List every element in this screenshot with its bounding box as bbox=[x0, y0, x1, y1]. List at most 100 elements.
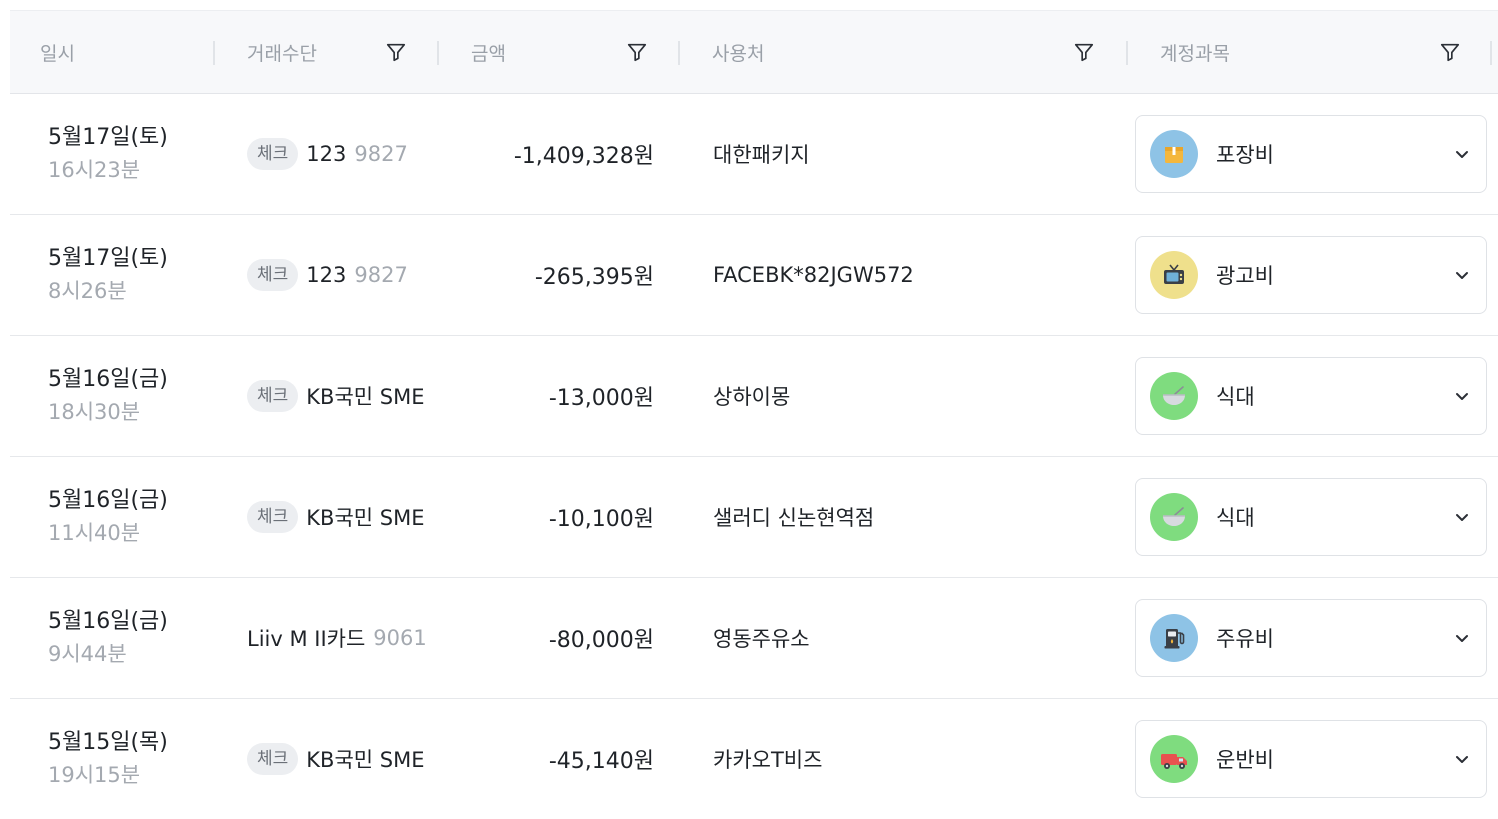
table-row[interactable]: 5월16일(금) 11시40분 체크 KB국민 SME -10,100원 샐러디… bbox=[10, 457, 1498, 578]
transaction-time: 8시26분 bbox=[48, 279, 127, 303]
chevron-down-icon bbox=[1456, 272, 1468, 279]
date-cell: 5월16일(금) 11시40분 bbox=[48, 457, 168, 577]
card-name: Liiv M II카드 bbox=[247, 627, 366, 651]
account-label: 주유비 bbox=[1216, 627, 1274, 651]
amount-cell: -265,395원 bbox=[534, 265, 654, 290]
truck-icon bbox=[1150, 735, 1198, 783]
account-label: 포장비 bbox=[1216, 143, 1274, 167]
merchant-cell: 카카오T비즈 bbox=[713, 748, 823, 772]
amount-cell: -10,100원 bbox=[548, 507, 654, 532]
method-cell: Liiv M II카드 9061 bbox=[247, 578, 427, 698]
card-type-badge: 체크 bbox=[247, 259, 299, 291]
method-cell: 체크 KB국민 SME bbox=[247, 699, 425, 819]
table-row[interactable]: 5월17일(토) 16시23분 체크 123 9827 -1,409,328원 … bbox=[10, 94, 1498, 215]
card-type-badge: 체크 bbox=[247, 380, 299, 412]
card-number: 9827 bbox=[354, 142, 408, 166]
header-amount: 금액 bbox=[471, 11, 679, 93]
transaction-date: 5월16일(금) bbox=[48, 609, 168, 634]
account-label: 식대 bbox=[1216, 385, 1255, 409]
table-row[interactable]: 5월16일(금) 9시44분 Liiv M II카드 9061 -80,000원… bbox=[10, 578, 1498, 699]
date-cell: 5월17일(토) 16시23분 bbox=[48, 94, 168, 214]
table-row[interactable]: 5월15일(목) 19시15분 체크 KB국민 SME -45,140원 카카오… bbox=[10, 699, 1498, 819]
transaction-date: 5월16일(금) bbox=[48, 488, 168, 513]
column-divider[interactable] bbox=[1126, 41, 1128, 65]
account-select[interactable]: 운반비 bbox=[1135, 720, 1487, 798]
bowl-icon bbox=[1150, 493, 1198, 541]
account-select[interactable]: 광고비 bbox=[1135, 236, 1487, 314]
table-row[interactable]: 5월17일(토) 8시26분 체크 123 9827 -265,395원 FAC… bbox=[10, 215, 1498, 336]
header-amount-label: 금액 bbox=[471, 42, 506, 65]
transaction-time: 19시15분 bbox=[48, 763, 141, 787]
card-name: 123 bbox=[306, 142, 347, 166]
method-cell: 체크 123 9827 bbox=[247, 94, 408, 214]
card-name: KB국민 SME bbox=[306, 385, 425, 409]
merchant-cell: 대한패키지 bbox=[713, 143, 810, 167]
filter-icon[interactable] bbox=[1073, 41, 1095, 63]
amount-cell: -1,409,328원 bbox=[513, 144, 654, 169]
column-divider[interactable] bbox=[437, 41, 439, 65]
header-account: 계정과목 bbox=[1160, 11, 1480, 93]
fuel-pump-icon bbox=[1150, 614, 1198, 662]
amount-cell: -13,000원 bbox=[548, 386, 654, 411]
account-cell: 식대 bbox=[1135, 336, 1489, 456]
account-select[interactable]: 주유비 bbox=[1135, 599, 1487, 677]
chevron-down-icon bbox=[1456, 514, 1468, 521]
date-cell: 5월17일(토) 8시26분 bbox=[48, 215, 168, 335]
header-method-label: 거래수단 bbox=[247, 42, 317, 65]
amount-cell: -80,000원 bbox=[548, 628, 654, 653]
transaction-date: 5월17일(토) bbox=[48, 246, 168, 271]
column-divider[interactable] bbox=[678, 41, 680, 65]
account-cell: 식대 bbox=[1135, 457, 1489, 577]
chevron-down-icon bbox=[1456, 151, 1468, 158]
column-divider[interactable] bbox=[1490, 41, 1492, 65]
card-type-badge: 체크 bbox=[247, 138, 299, 170]
date-cell: 5월16일(금) 9시44분 bbox=[48, 578, 168, 698]
merchant-cell: 영동주유소 bbox=[713, 627, 810, 651]
table-header: 일시 거래수단 금액 사용처 계정과목 bbox=[10, 10, 1498, 94]
transaction-time: 18시30분 bbox=[48, 400, 141, 424]
card-name: KB국민 SME bbox=[306, 748, 425, 772]
account-cell: 운반비 bbox=[1135, 699, 1489, 819]
filter-icon[interactable] bbox=[385, 41, 407, 63]
chevron-down-icon bbox=[1456, 635, 1468, 642]
bowl-icon bbox=[1150, 372, 1198, 420]
account-label: 식대 bbox=[1216, 506, 1255, 530]
header-method: 거래수단 bbox=[247, 11, 437, 93]
header-merchant-label: 사용처 bbox=[712, 42, 765, 65]
column-divider[interactable] bbox=[213, 41, 215, 65]
amount-cell: -45,140원 bbox=[548, 749, 654, 774]
merchant-cell: FACEBK*82JGW572 bbox=[713, 263, 914, 287]
transaction-time: 11시40분 bbox=[48, 521, 141, 545]
account-cell: 포장비 bbox=[1135, 94, 1489, 214]
date-cell: 5월16일(금) 18시30분 bbox=[48, 336, 168, 456]
transaction-time: 9시44분 bbox=[48, 642, 127, 666]
transaction-date: 5월16일(금) bbox=[48, 367, 168, 392]
filter-icon[interactable] bbox=[626, 41, 648, 63]
chevron-down-icon bbox=[1456, 393, 1468, 400]
date-cell: 5월15일(목) 19시15분 bbox=[48, 699, 168, 819]
account-select[interactable]: 식대 bbox=[1135, 478, 1487, 556]
card-name: KB국민 SME bbox=[306, 506, 425, 530]
method-cell: 체크 KB국민 SME bbox=[247, 457, 425, 577]
transaction-time: 16시23분 bbox=[48, 158, 141, 182]
header-merchant: 사용처 bbox=[712, 11, 1126, 93]
account-select[interactable]: 식대 bbox=[1135, 357, 1487, 435]
card-number: 9827 bbox=[354, 263, 408, 287]
account-label: 운반비 bbox=[1216, 748, 1274, 772]
card-name: 123 bbox=[306, 263, 347, 287]
account-cell: 주유비 bbox=[1135, 578, 1489, 698]
filter-icon[interactable] bbox=[1439, 41, 1461, 63]
chevron-down-icon bbox=[1456, 756, 1468, 763]
account-select[interactable]: 포장비 bbox=[1135, 115, 1487, 193]
card-type-badge: 체크 bbox=[247, 743, 299, 775]
table-body: 5월17일(토) 16시23분 체크 123 9827 -1,409,328원 … bbox=[10, 94, 1498, 819]
merchant-cell: 상하이몽 bbox=[713, 385, 791, 409]
account-label: 광고비 bbox=[1216, 264, 1274, 288]
table-row[interactable]: 5월16일(금) 18시30분 체크 KB국민 SME -13,000원 상하이… bbox=[10, 336, 1498, 457]
card-type-badge: 체크 bbox=[247, 501, 299, 533]
transaction-date: 5월15일(목) bbox=[48, 730, 168, 755]
package-icon bbox=[1150, 130, 1198, 178]
method-cell: 체크 KB국민 SME bbox=[247, 336, 425, 456]
merchant-cell: 샐러디 신논현역점 bbox=[713, 506, 875, 530]
method-cell: 체크 123 9827 bbox=[247, 215, 408, 335]
